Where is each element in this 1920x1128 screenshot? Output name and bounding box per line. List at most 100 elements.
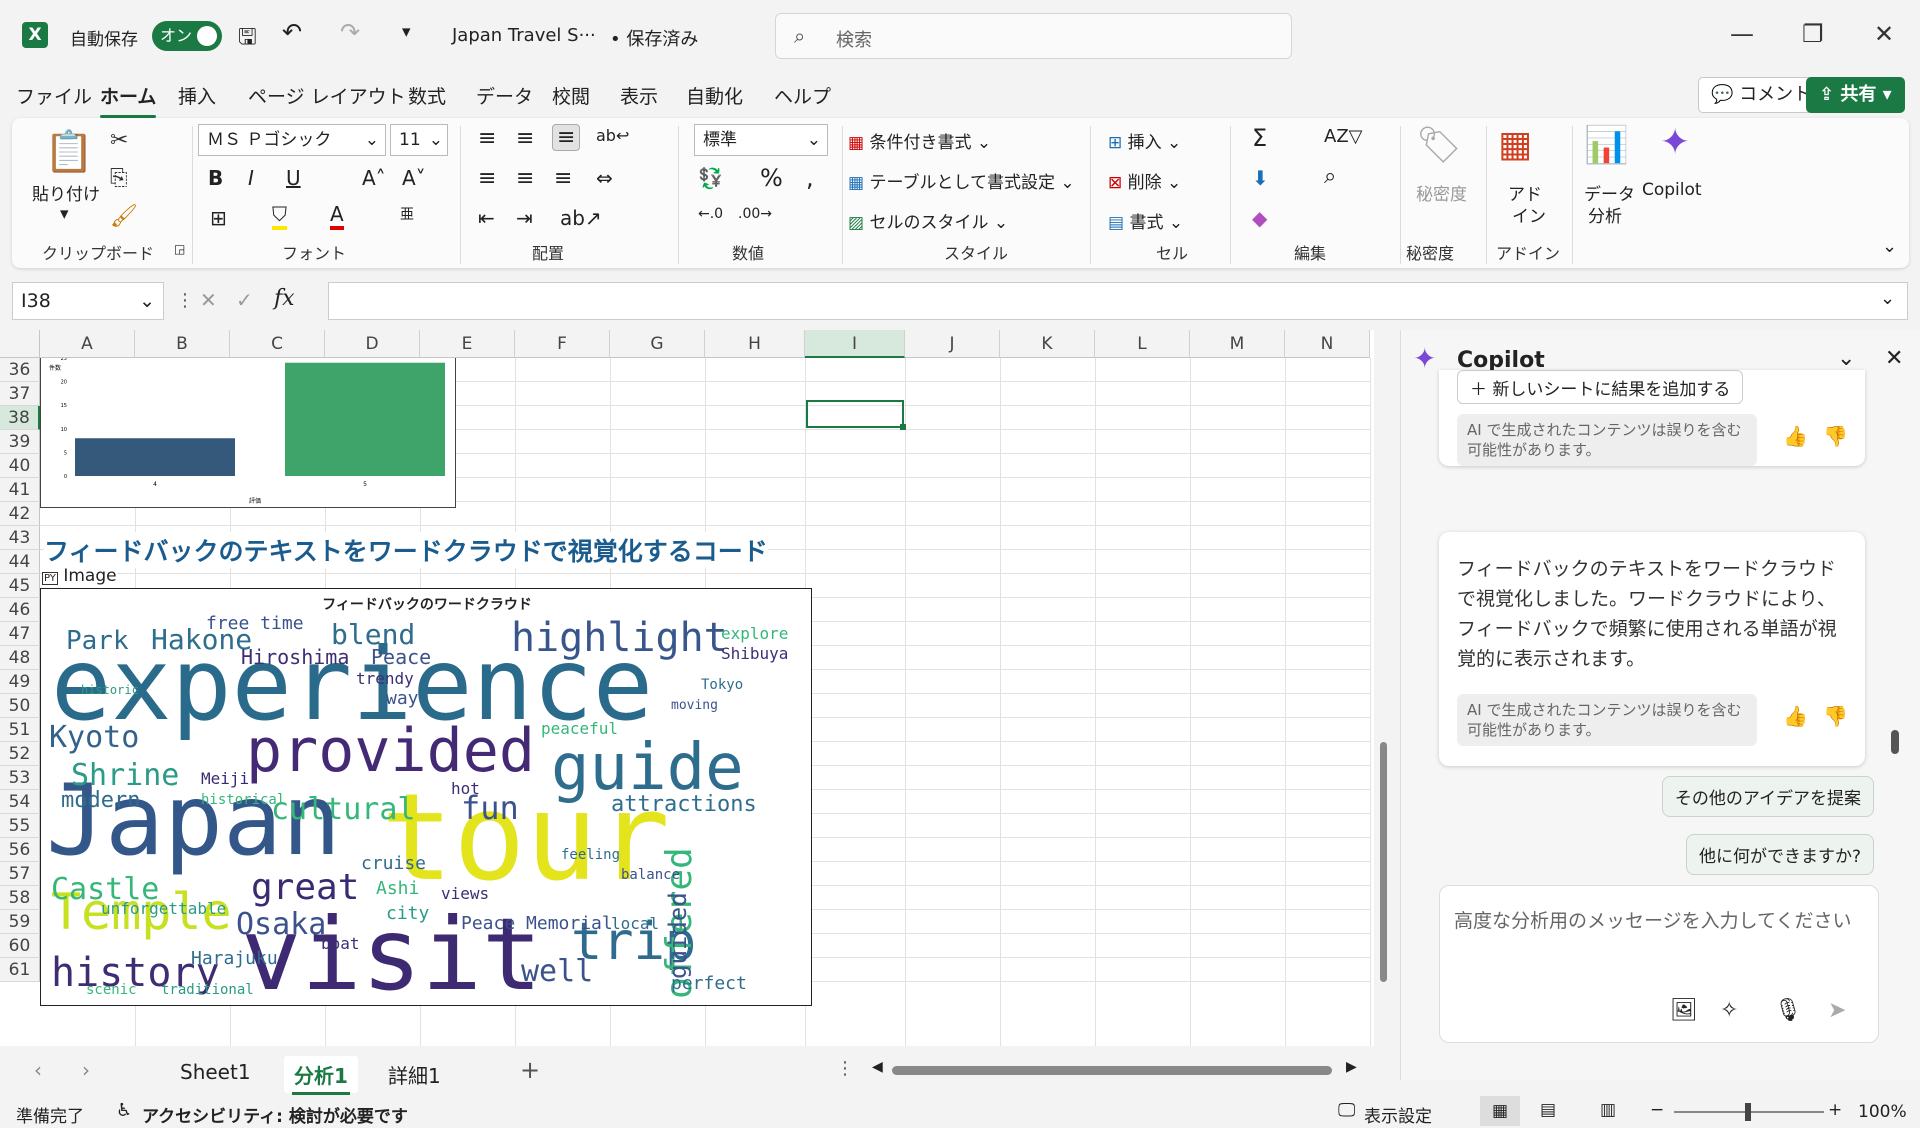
- align-center-icon[interactable]: ≡: [516, 166, 534, 191]
- cell-styles-button[interactable]: ▨ セルのスタイル ⌄: [848, 208, 1008, 233]
- font-name-select[interactable]: ＭＳ Ｐゴシック ⌄: [198, 124, 386, 156]
- column-header-D[interactable]: D: [325, 330, 420, 358]
- normal-view-icon[interactable]: ▦: [1480, 1096, 1520, 1126]
- save-icon[interactable]: 🖫: [238, 20, 257, 58]
- add-sheet-icon[interactable]: +: [520, 1056, 540, 1084]
- expand-formula-icon[interactable]: ⌄: [1880, 288, 1895, 309]
- scroll-right-icon[interactable]: ▶: [1346, 1059, 1357, 1075]
- analyze-data-icon[interactable]: 📊: [1584, 124, 1629, 166]
- menu-file[interactable]: ファイル: [16, 82, 92, 109]
- close-icon[interactable]: ✕: [1874, 20, 1894, 48]
- row-header-52[interactable]: 52: [0, 742, 40, 766]
- send-icon[interactable]: ➤: [1828, 998, 1846, 1023]
- autosave-toggle[interactable]: オン: [152, 21, 222, 51]
- addins-button-line2[interactable]: イン: [1512, 202, 1546, 227]
- copy-icon[interactable]: ⎘: [110, 166, 128, 191]
- scroll-left-icon[interactable]: ◀: [872, 1059, 883, 1075]
- grow-font-icon[interactable]: A˄: [362, 166, 386, 190]
- column-header-K[interactable]: K: [1000, 330, 1095, 358]
- formula-input[interactable]: [328, 282, 1908, 320]
- thumbs-up-icon[interactable]: 👍: [1783, 704, 1808, 728]
- row-header-58[interactable]: 58: [0, 886, 40, 910]
- underline-icon[interactable]: U: [286, 166, 301, 190]
- decrease-indent-icon[interactable]: ⇤: [478, 206, 495, 230]
- suggestion-what-else[interactable]: 他に何ができますか?: [1685, 834, 1874, 875]
- fill-icon[interactable]: ⬇: [1252, 166, 1269, 190]
- column-header-M[interactable]: M: [1190, 330, 1285, 358]
- format-painter-icon[interactable]: 🖌: [110, 204, 138, 229]
- number-format-select[interactable]: 標準 ⌄: [694, 124, 828, 156]
- increase-decimal-icon[interactable]: ←.0: [698, 206, 723, 222]
- menu-formulas[interactable]: 数式: [408, 82, 446, 109]
- row-header-40[interactable]: 40: [0, 454, 40, 478]
- format-as-table-button[interactable]: ▦ テーブルとして書式設定 ⌄: [848, 168, 1075, 193]
- fill-handle[interactable]: [900, 424, 906, 430]
- search-box[interactable]: ⌕ 検索: [775, 13, 1292, 59]
- sensitivity-icon[interactable]: 🏷: [1416, 124, 1462, 166]
- cut-icon[interactable]: ✂: [110, 128, 128, 153]
- copilot-scroll-thumb[interactable]: [1891, 730, 1899, 754]
- share-button[interactable]: ⇪ 共有 ▾: [1806, 77, 1905, 113]
- selected-cell[interactable]: [806, 400, 904, 428]
- copilot-ribbon-icon[interactable]: ✦: [1660, 122, 1690, 163]
- menu-data[interactable]: データ: [476, 82, 533, 109]
- image-attach-icon[interactable]: 🖼: [1670, 998, 1698, 1023]
- zoom-slider-thumb[interactable]: [1745, 1103, 1751, 1121]
- shrink-font-icon[interactable]: A˅: [402, 166, 426, 190]
- column-header-B[interactable]: B: [135, 330, 230, 358]
- menu-page-layout[interactable]: ページ レイアウト: [248, 82, 406, 109]
- vertical-scroll-thumb[interactable]: [1380, 742, 1387, 982]
- next-sheet-icon[interactable]: ›: [82, 1058, 90, 1082]
- merge-center-icon[interactable]: ⇔: [596, 166, 613, 190]
- row-header-37[interactable]: 37: [0, 382, 40, 406]
- row-header-43[interactable]: 43: [0, 526, 40, 550]
- phonetic-icon[interactable]: 亜: [400, 204, 414, 224]
- wrap-text-icon[interactable]: ab↩: [596, 126, 629, 145]
- row-header-46[interactable]: 46: [0, 598, 40, 622]
- analyze-data-line2[interactable]: 分析: [1588, 202, 1622, 227]
- tab-detail1[interactable]: 詳細1: [378, 1056, 451, 1093]
- page-break-view-icon[interactable]: ▥: [1600, 1100, 1616, 1120]
- thumbs-down-icon[interactable]: 👎: [1823, 704, 1848, 728]
- row-header-44[interactable]: 44: [0, 550, 40, 574]
- orientation-icon[interactable]: ab↗: [560, 206, 602, 230]
- accessibility-icon[interactable]: ♿: [116, 1100, 132, 1121]
- row-header-57[interactable]: 57: [0, 862, 40, 886]
- column-header-J[interactable]: J: [905, 330, 1000, 358]
- find-select-icon[interactable]: ⌕: [1324, 164, 1336, 189]
- vertical-scrollbar[interactable]: [1374, 330, 1392, 1046]
- add-to-new-sheet-button[interactable]: ＋ 新しいシートに結果を追加する: [1457, 370, 1744, 404]
- fill-color-icon[interactable]: ⛉: [272, 202, 287, 230]
- menu-home[interactable]: ホーム: [100, 82, 157, 118]
- row-header-36[interactable]: 36: [0, 358, 40, 382]
- zoom-out-icon[interactable]: −: [1650, 1100, 1664, 1120]
- row-header-39[interactable]: 39: [0, 430, 40, 454]
- align-left-icon[interactable]: ≡: [478, 166, 496, 191]
- align-middle-icon[interactable]: ≡: [516, 126, 534, 151]
- row-header-50[interactable]: 50: [0, 694, 40, 718]
- sort-filter-icon[interactable]: AZ▽: [1324, 126, 1363, 147]
- accessibility-status[interactable]: アクセシビリティ: 検討が必要です: [142, 1102, 408, 1127]
- menu-review[interactable]: 校閲: [552, 82, 590, 109]
- copilot-ribbon-button[interactable]: Copilot: [1642, 180, 1702, 200]
- suggestion-more-ideas[interactable]: その他のアイデアを提案: [1661, 776, 1874, 817]
- column-header-C[interactable]: C: [230, 330, 325, 358]
- horizontal-scrollbar[interactable]: ◀ ▶: [872, 1059, 1362, 1080]
- borders-icon[interactable]: ⊞: [210, 206, 227, 230]
- menu-automate[interactable]: 自動化: [686, 82, 743, 109]
- display-settings[interactable]: 表示設定: [1364, 1102, 1432, 1127]
- display-settings-icon[interactable]: 🖵: [1338, 1100, 1355, 1121]
- worksheet[interactable]: ABCDEFGHIJKLMN 36 37 38 39 40 41 42 43 44 45 46 47 4…: [0, 330, 1392, 1046]
- row-header-60[interactable]: 60: [0, 934, 40, 958]
- save-status[interactable]: • 保存済み: [610, 25, 698, 51]
- row-header-54[interactable]: 54: [0, 790, 40, 814]
- increase-indent-icon[interactable]: ⇥: [516, 206, 533, 230]
- italic-icon[interactable]: I: [248, 166, 254, 190]
- customize-qat-icon[interactable]: ▾: [402, 22, 411, 42]
- column-header-F[interactable]: F: [515, 330, 610, 358]
- align-bottom-icon[interactable]: ≡: [552, 124, 581, 151]
- enter-icon[interactable]: ✓: [236, 288, 253, 312]
- decrease-decimal-icon[interactable]: .00→: [738, 206, 772, 222]
- format-cells-button[interactable]: ▤ 書式 ⌄: [1108, 208, 1183, 233]
- percent-icon[interactable]: %: [760, 164, 783, 192]
